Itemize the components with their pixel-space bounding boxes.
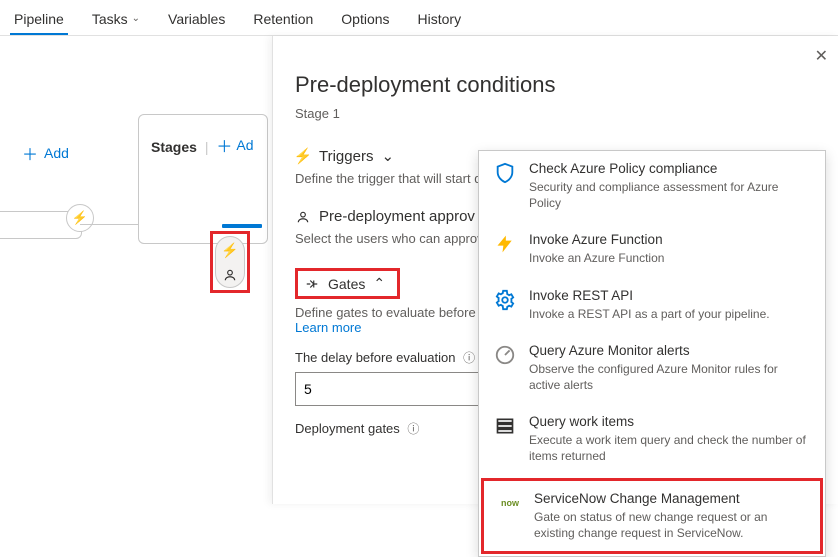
person-icon xyxy=(223,268,237,282)
gate-option-desc: Execute a work item query and check the … xyxy=(529,432,811,464)
gate-option-list[interactable]: Query work items Execute a work item quer… xyxy=(479,404,825,475)
gate-option-desc: Security and compliance assessment for A… xyxy=(529,179,811,211)
gates-label: Gates xyxy=(328,276,365,292)
tab-history[interactable]: History xyxy=(414,4,466,35)
gate-option-gauge[interactable]: Query Azure Monitor alerts Observe the co… xyxy=(479,333,825,404)
bolt-icon: ⚡ xyxy=(221,242,238,259)
panel-title: Pre-deployment conditions xyxy=(295,72,816,98)
gate-option-desc: Gate on status of new change request or … xyxy=(534,509,806,541)
deployment-gates-label: Deployment gates xyxy=(295,421,400,436)
pre-deployment-button[interactable]: ⚡ xyxy=(215,236,245,288)
tab-pipeline[interactable]: Pipeline xyxy=(10,4,68,35)
gate-option-bolt[interactable]: Invoke Azure Function Invoke an Azure Fun… xyxy=(479,222,825,277)
delay-label: The delay before evaluation xyxy=(295,350,455,365)
add-stage-label: Ad xyxy=(236,137,253,153)
tab-options[interactable]: Options xyxy=(337,4,393,35)
stage-active-indicator xyxy=(222,224,262,228)
chevron-down-icon: ⌄ xyxy=(381,147,394,165)
gate-option-desc: Observe the configured Azure Monitor rul… xyxy=(529,361,811,393)
triggers-label: Triggers xyxy=(319,148,373,165)
now-icon: now xyxy=(498,491,522,515)
stages-heading: Stages xyxy=(151,139,197,155)
gate-option-now[interactable]: now ServiceNow Change Management Gate on s… xyxy=(481,478,823,554)
info-icon[interactable]: ⓘ xyxy=(407,422,419,436)
gates-header[interactable]: Gates ⌃ xyxy=(295,268,400,299)
learn-more-link[interactable]: Learn more xyxy=(295,320,361,335)
chevron-down-icon: ⌄ xyxy=(132,13,140,24)
divider: | xyxy=(205,139,209,155)
tab-tasks[interactable]: Tasks ⌄ xyxy=(88,4,144,35)
close-icon[interactable]: ✕ xyxy=(815,46,828,66)
info-icon[interactable]: ⓘ xyxy=(463,351,475,365)
gauge-icon xyxy=(493,343,517,367)
gate-option-title: Invoke Azure Function xyxy=(529,232,664,247)
gate-option-desc: Invoke an Azure Function xyxy=(529,250,664,266)
add-artifact-label: Add xyxy=(44,145,69,161)
delay-input[interactable] xyxy=(295,372,493,406)
gate-option-shield[interactable]: Check Azure Policy compliance Security an… xyxy=(479,151,825,222)
tab-variables[interactable]: Variables xyxy=(164,4,229,35)
chevron-up-icon: ⌃ xyxy=(373,275,385,292)
tab-retention[interactable]: Retention xyxy=(249,4,317,35)
gates-desc: Define gates to evaluate before the xyxy=(295,305,497,320)
person-icon xyxy=(295,210,311,224)
gate-option-title: Query Azure Monitor alerts xyxy=(529,343,811,358)
connector-line xyxy=(80,224,138,225)
tab-bar: Pipeline Tasks ⌄ Variables Retention Opt… xyxy=(0,0,838,36)
gate-icon xyxy=(304,277,320,291)
trigger-badge[interactable]: ⚡ xyxy=(66,204,94,232)
tab-tasks-label: Tasks xyxy=(92,11,128,27)
bolt-icon: ⚡ xyxy=(295,147,311,165)
gate-option-title: ServiceNow Change Management xyxy=(534,491,806,506)
gear-icon xyxy=(493,288,517,312)
panel-stage-name: Stage 1 xyxy=(295,106,816,121)
list-icon xyxy=(493,414,517,438)
gate-option-title: Invoke REST API xyxy=(529,288,770,303)
gate-option-title: Query work items xyxy=(529,414,811,429)
gate-option-desc: Invoke a REST API as a part of your pipe… xyxy=(529,306,770,322)
gate-type-popover: Check Azure Policy compliance Security an… xyxy=(478,150,826,557)
gate-option-gear[interactable]: Invoke REST API Invoke a REST API as a pa… xyxy=(479,278,825,333)
add-artifact-button[interactable]: ＋ Add xyxy=(22,141,69,165)
add-stage-button[interactable]: ＋ Ad xyxy=(216,133,253,157)
gate-option-title: Check Azure Policy compliance xyxy=(529,161,811,176)
bolt-icon xyxy=(493,232,517,256)
plus-icon: ＋ xyxy=(22,141,38,165)
plus-icon: ＋ xyxy=(216,133,232,157)
shield-icon xyxy=(493,161,517,185)
approvals-label: Pre-deployment approv xyxy=(319,208,475,225)
